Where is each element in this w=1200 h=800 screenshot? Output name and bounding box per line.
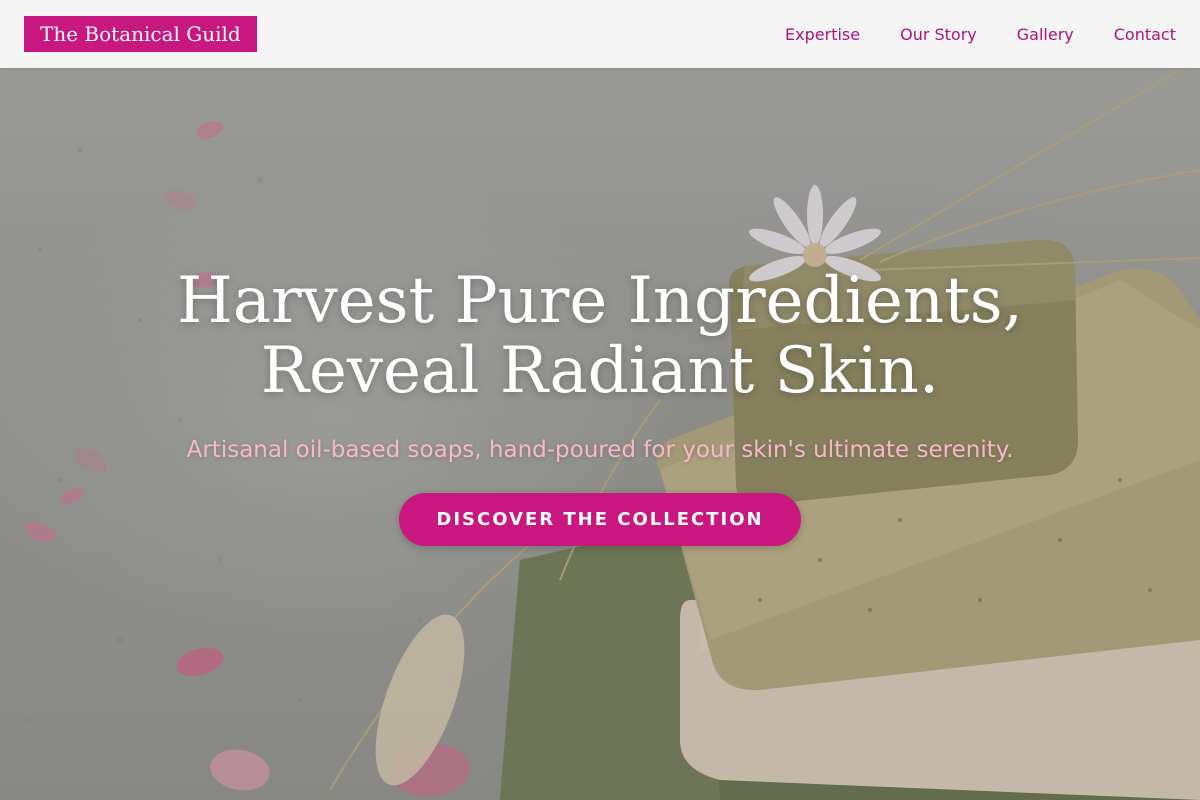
hero-title-line-2: Reveal Radiant Skin. [260,334,940,408]
nav-link-our-story[interactable]: Our Story [900,25,977,44]
site-header: The Botanical Guild Expertise Our Story … [0,0,1200,68]
main-nav: Expertise Our Story Gallery Contact [785,0,1176,68]
landing-page: The Botanical Guild Expertise Our Story … [0,0,1200,800]
site-logo[interactable]: The Botanical Guild [24,16,257,52]
hero-title: Harvest Pure Ingredients, Reveal Radiant… [100,266,1100,406]
hero-subtitle: Artisanal oil-based soaps, hand-poured f… [186,437,1014,463]
nav-link-contact[interactable]: Contact [1114,25,1176,44]
discover-collection-button[interactable]: DISCOVER THE COLLECTION [399,493,801,546]
nav-link-gallery[interactable]: Gallery [1017,25,1074,44]
hero-section: Harvest Pure Ingredients, Reveal Radiant… [0,0,1200,800]
nav-link-expertise[interactable]: Expertise [785,25,860,44]
hero-title-line-1: Harvest Pure Ingredients, [177,264,1023,338]
